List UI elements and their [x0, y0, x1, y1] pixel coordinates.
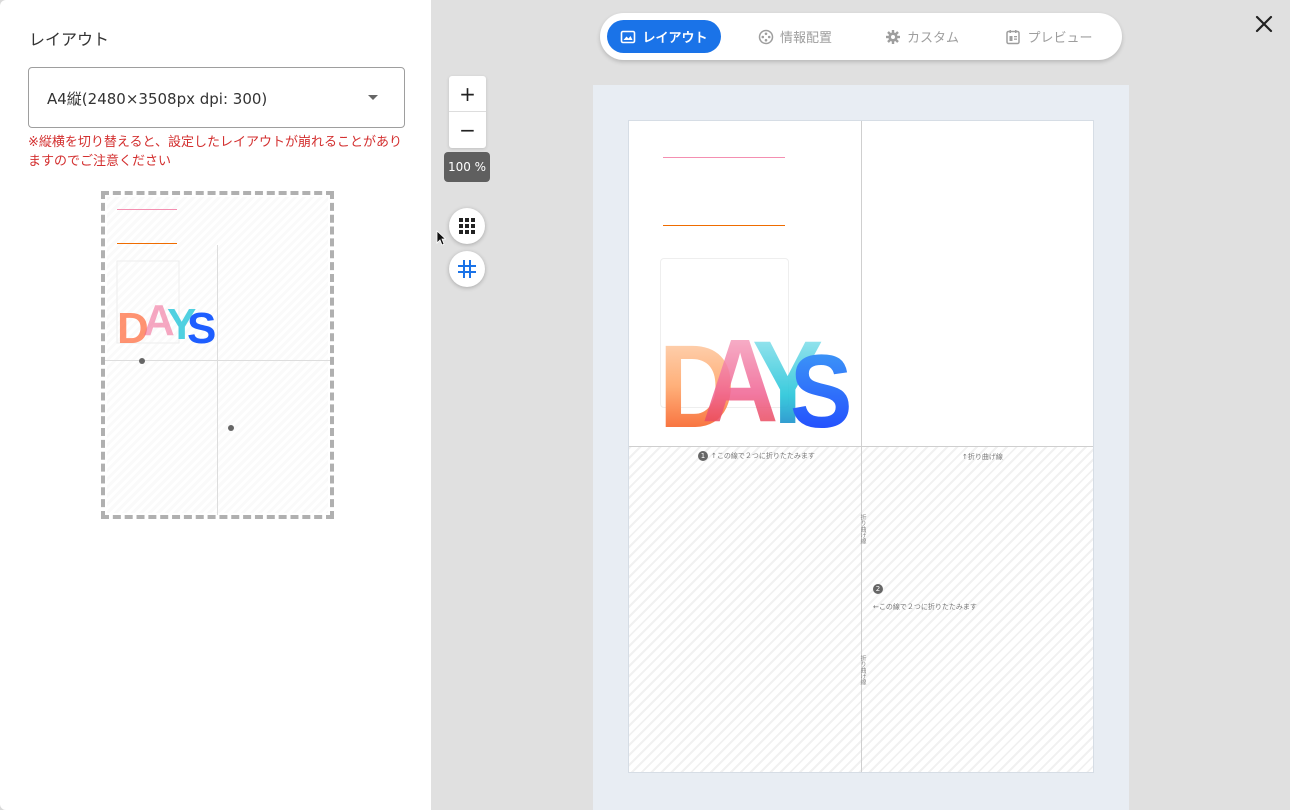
fold-instruction-1: 1 ↑この線で２つに折りたたみます: [698, 451, 815, 461]
days-logo[interactable]: D A Y S: [655, 305, 855, 435]
tab-label: 情報配置: [779, 31, 832, 46]
chevron-down-icon: [368, 95, 378, 100]
layout-thumbnail[interactable]: D A Y S: [101, 191, 334, 519]
grid-dots-icon: [459, 218, 475, 234]
tab-info-placement[interactable]: 情報配置: [745, 20, 845, 53]
fold-instruction-text-2: ←この線で２つに折りたたみます: [873, 603, 977, 611]
film-reel-icon: [758, 29, 774, 44]
vertical-fold-label-2: 折り曲げ線: [859, 655, 866, 685]
decorative-line-orange: [663, 225, 785, 226]
mode-tab-bar: レイアウト 情報配置 カスタム プレビュー: [600, 13, 1122, 60]
tab-label: レイアウト: [642, 31, 708, 46]
fold-line-label: ↑折り曲げ線: [962, 453, 1003, 461]
decorative-line-pink: [663, 157, 785, 158]
paper-size-value: A4縦(2480×3508px dpi: 300): [47, 90, 268, 108]
close-icon[interactable]: [1254, 14, 1274, 34]
thumbnail-preview: D A Y S: [105, 209, 330, 515]
zoom-out-button[interactable]: −: [449, 112, 486, 147]
svg-text:S: S: [790, 332, 852, 435]
tab-label: カスタム: [906, 31, 959, 46]
fold-instruction-2: 2: [873, 584, 886, 594]
fold-instruction-text: ↑この線で２つに折りたたみます: [711, 452, 815, 460]
mouse-cursor-icon: [436, 230, 446, 246]
step-number-badge: 1: [698, 451, 708, 461]
tab-layout[interactable]: レイアウト: [607, 20, 721, 53]
horizontal-fold-line: [629, 446, 1093, 447]
hash-grid-icon: [458, 260, 476, 278]
gear-icon: [885, 29, 900, 44]
layout-settings-panel: レイアウト A4縦(2480×3508px dpi: 300) ※縦横を切り替え…: [0, 0, 431, 810]
svg-text:S: S: [187, 304, 216, 353]
preview-icon: [1006, 29, 1021, 44]
guide-lines-button[interactable]: [449, 251, 485, 287]
zoom-controls: + −: [449, 76, 486, 148]
panel-title: レイアウト: [29, 30, 110, 49]
paper-size-select[interactable]: A4縦(2480×3508px dpi: 300): [28, 67, 405, 128]
tab-label: プレビュー: [1027, 31, 1093, 46]
zoom-level-indicator: 100 %: [444, 152, 490, 182]
grid-dots-button[interactable]: [449, 208, 485, 244]
zoom-in-button[interactable]: +: [449, 76, 486, 111]
vertical-fold-label-1: 折り曲げ線: [859, 514, 866, 544]
step-number-badge: 2: [873, 584, 883, 594]
orientation-warning: ※縦横を切り替えると、設定したレイアウトが崩れることがありますのでご注意ください: [28, 135, 402, 169]
image-icon: [621, 30, 636, 43]
tab-preview[interactable]: プレビュー: [997, 20, 1101, 53]
tab-custom[interactable]: カスタム: [872, 20, 972, 53]
